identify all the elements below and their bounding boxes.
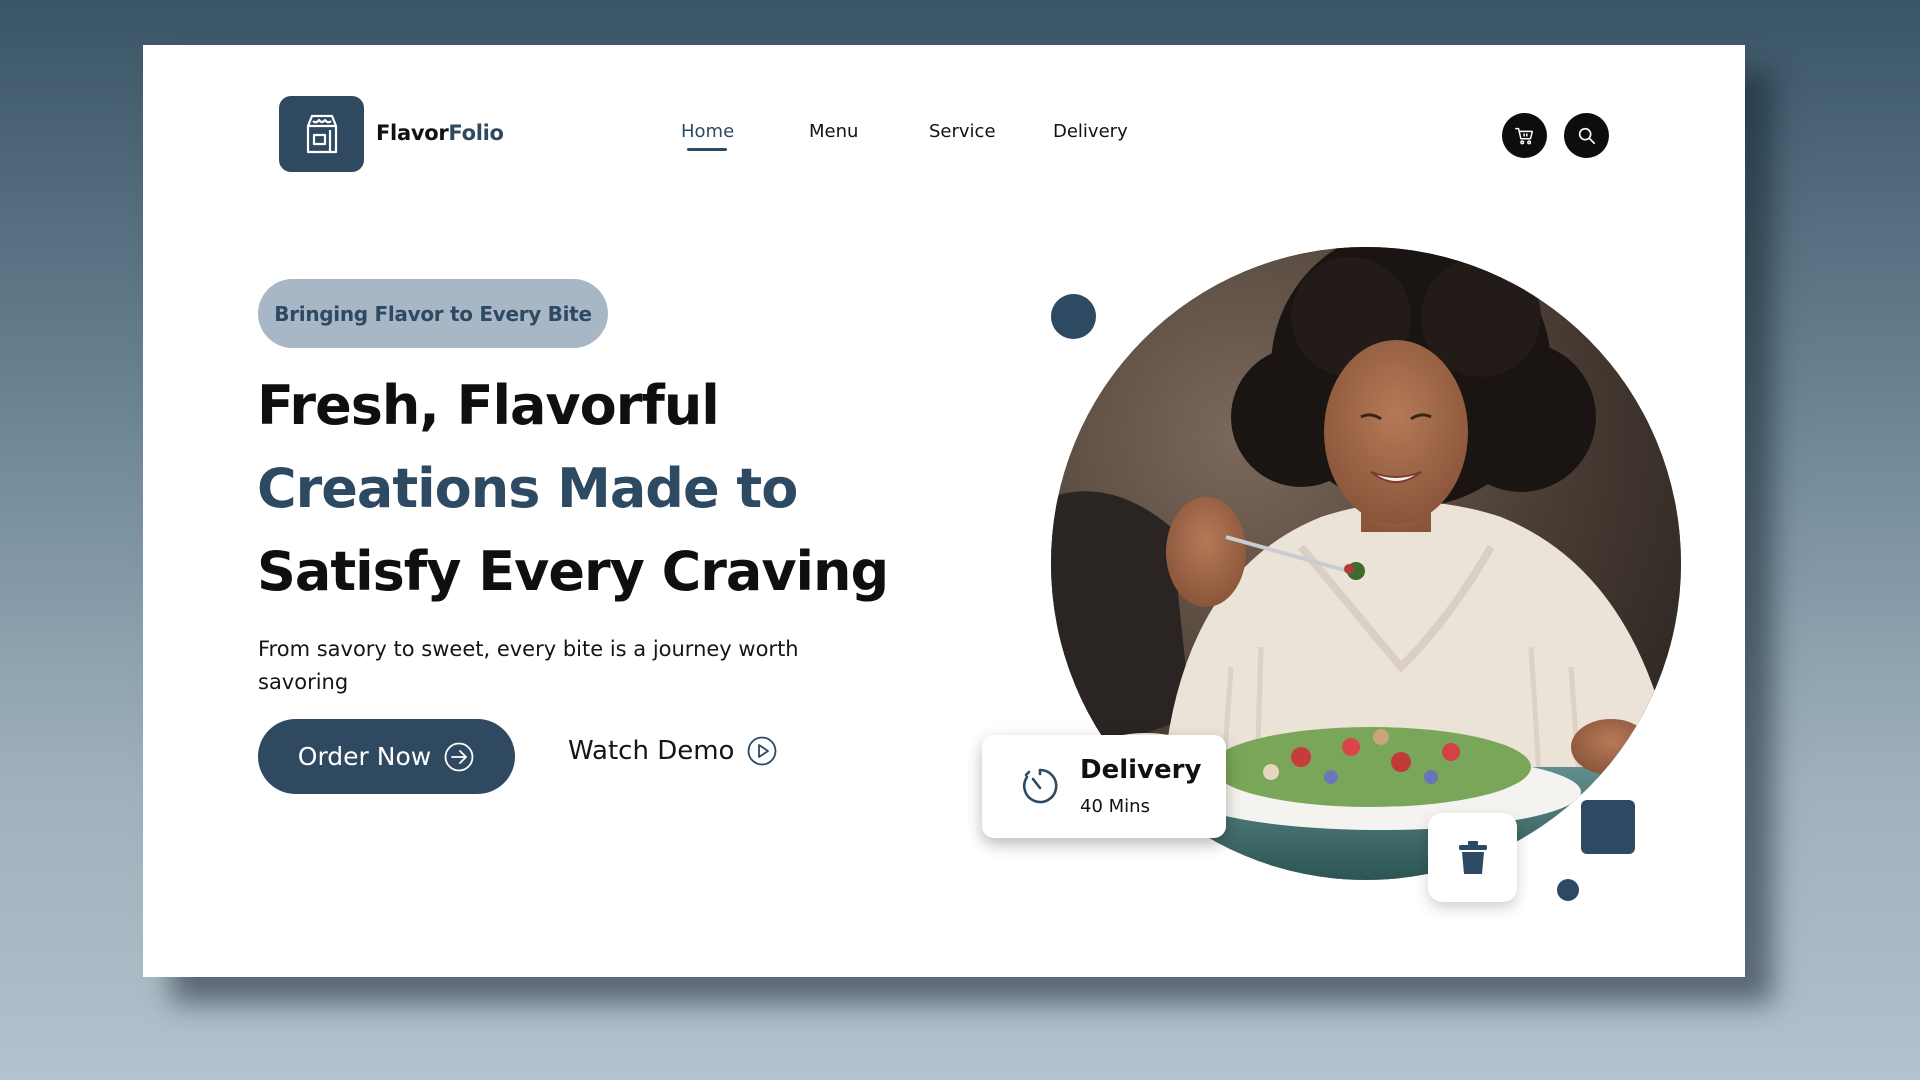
delivery-time-card: Delivery 40 Mins (982, 735, 1226, 838)
delivery-card-time: 40 Mins (1080, 796, 1150, 817)
tagline-pill: Bringing Flavor to Every Bite (258, 279, 608, 348)
search-icon (1578, 127, 1595, 144)
search-button[interactable] (1564, 113, 1609, 158)
trash-icon (1458, 840, 1487, 874)
landing-page-card: FlavorFolio Home Menu Service Delivery B… (143, 45, 1745, 977)
watch-demo-label: Watch Demo (568, 736, 735, 766)
timer-icon (1022, 768, 1058, 804)
brand-name-part1: Flavor (376, 121, 449, 145)
hero-subtext: From savory to sweet, every bite is a jo… (258, 637, 799, 694)
headline-line-1: Fresh, Flavorful (257, 374, 720, 437)
nav-item-service[interactable]: Service (929, 121, 996, 142)
brand-name[interactable]: FlavorFolio (376, 121, 504, 145)
shop-bag-icon (306, 114, 337, 154)
watch-demo-link[interactable]: Watch Demo (568, 735, 778, 767)
decorative-square (1581, 800, 1635, 854)
nav-item-menu[interactable]: Menu (809, 121, 858, 142)
nav-item-delivery[interactable]: Delivery (1053, 121, 1128, 142)
trash-button[interactable] (1428, 813, 1517, 902)
cart-icon (1514, 127, 1533, 144)
play-circle-icon (748, 736, 777, 766)
logo[interactable] (279, 96, 364, 172)
cart-button[interactable] (1502, 113, 1547, 158)
headline-line-3: Satisfy Every Craving (257, 540, 889, 603)
decorative-dot-small (1557, 879, 1579, 901)
active-nav-indicator (687, 148, 727, 151)
decorative-dot-large (1051, 294, 1096, 339)
nav-item-home[interactable]: Home (681, 121, 734, 142)
delivery-card-title: Delivery (1080, 755, 1202, 785)
order-now-button[interactable]: Order Now (258, 719, 515, 794)
headline-line-2: Creations Made to (257, 457, 798, 520)
tagline-text: Bringing Flavor to Every Bite (274, 301, 592, 326)
order-now-label: Order Now (297, 742, 432, 771)
arrow-right-circle-icon (444, 742, 474, 771)
brand-name-part2: Folio (448, 121, 504, 145)
